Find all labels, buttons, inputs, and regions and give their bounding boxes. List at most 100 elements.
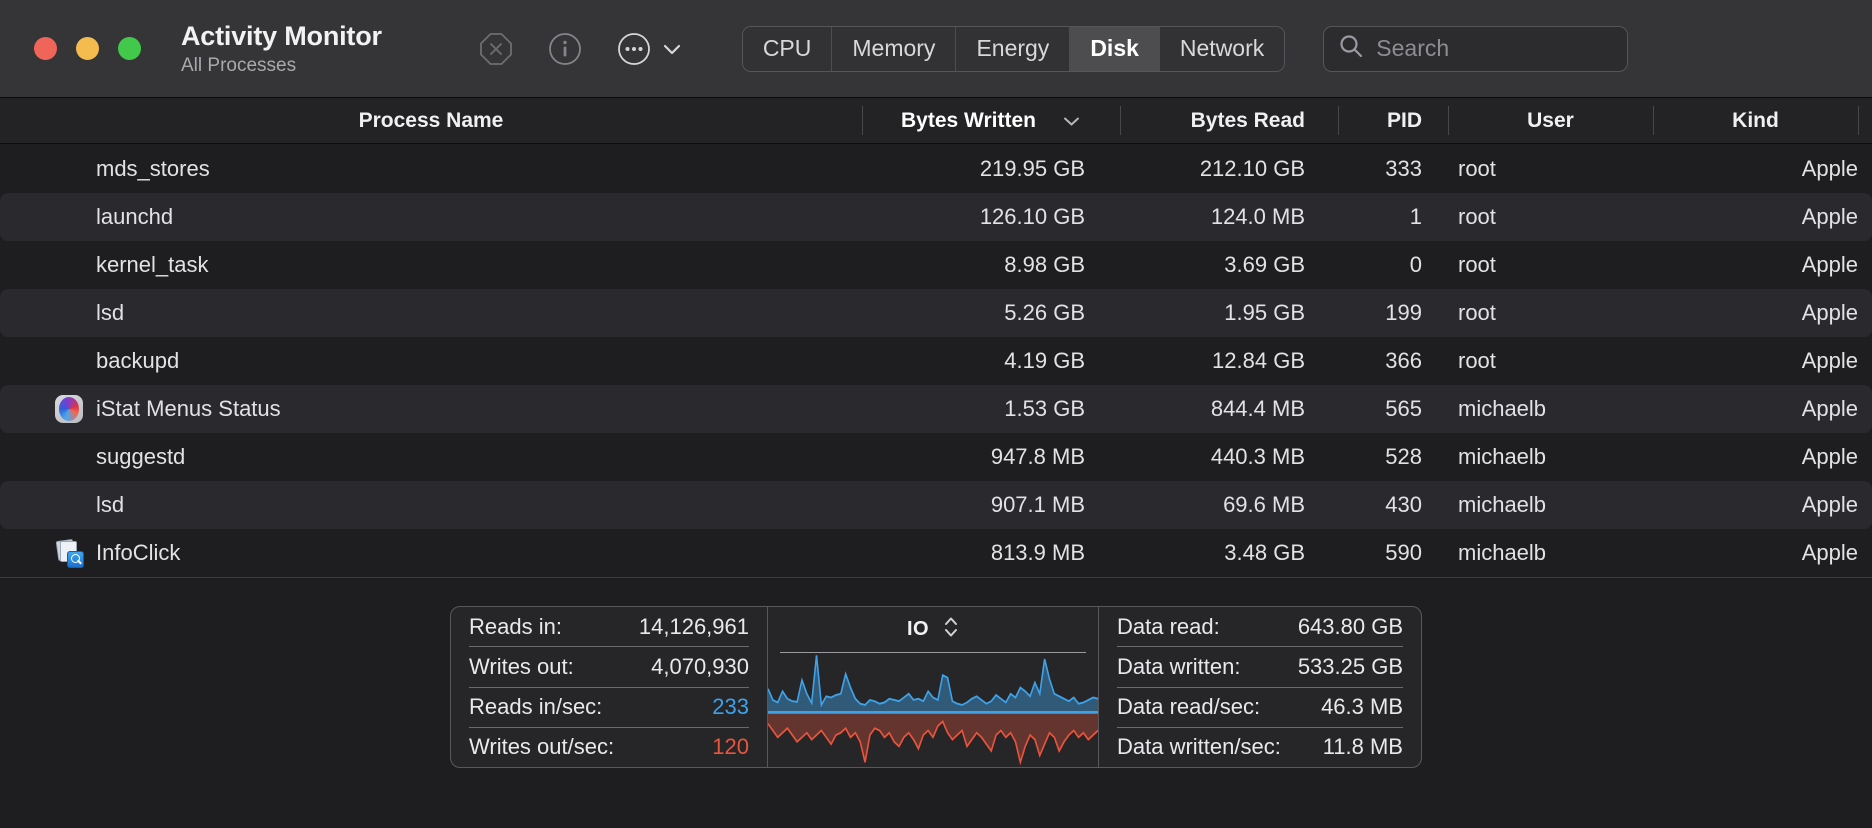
cell-process-name: iStat Menus Status [0, 395, 862, 423]
process-name-label: lsd [96, 300, 124, 326]
cell-kind: Apple [1653, 348, 1858, 374]
table-row[interactable]: kernel_task8.98 GB3.69 GB0rootApple [0, 241, 1872, 289]
table-row[interactable]: launchd126.10 GB124.0 MB1rootApple [0, 193, 1872, 241]
more-options-menu[interactable] [617, 32, 682, 66]
cell-bytes-written: 1.53 GB [862, 396, 1120, 422]
title-block: Activity Monitor All Processes [181, 21, 382, 77]
info-circle-icon[interactable] [548, 32, 582, 66]
process-name-label: backupd [96, 348, 179, 374]
process-icon-placeholder [55, 443, 83, 471]
cell-kind: Apple [1653, 540, 1858, 566]
column-header-kind[interactable]: Kind [1653, 98, 1858, 143]
cell-bytes-written: 8.98 GB [862, 252, 1120, 278]
cell-process-name: kernel_task [0, 251, 862, 279]
cell-pid: 333 [1338, 156, 1448, 182]
cell-bytes-read: 212.10 GB [1120, 156, 1338, 182]
cell-pid: 430 [1338, 492, 1448, 518]
cell-process-name: lsd [0, 491, 862, 519]
table-row[interactable]: InfoClick813.9 MB3.48 GB590michaelbApple [0, 529, 1872, 577]
cell-bytes-written: 907.1 MB [862, 492, 1120, 518]
column-header-bytes-read[interactable]: Bytes Read [1120, 98, 1338, 143]
activity-monitor-window: Activity Monitor All Processes [0, 0, 1872, 828]
search-icon [1338, 33, 1364, 64]
cell-process-name: mds_stores [0, 155, 862, 183]
cell-bytes-read: 69.6 MB [1120, 492, 1338, 518]
table-row[interactable]: lsd907.1 MB69.6 MB430michaelbApple [0, 481, 1872, 529]
process-icon-placeholder [55, 347, 83, 375]
stat-row: Data read: 643.80 GB [1117, 607, 1403, 647]
cell-process-name: InfoClick [0, 539, 862, 567]
process-name-label: launchd [96, 204, 173, 230]
cell-user: michaelb [1448, 540, 1653, 566]
tab-cpu[interactable]: CPU [743, 27, 833, 71]
column-header-bytes-written[interactable]: Bytes Written [862, 98, 1120, 143]
table-row[interactable]: iStat Menus Status1.53 GB844.4 MB565mich… [0, 385, 1872, 433]
stat-label: Reads in: [469, 614, 562, 640]
cell-bytes-written: 5.26 GB [862, 300, 1120, 326]
io-graph-chart [768, 653, 1098, 767]
tab-network[interactable]: Network [1160, 27, 1284, 71]
stat-value: 14,126,961 [639, 614, 749, 640]
cell-pid: 565 [1338, 396, 1448, 422]
column-label: Bytes Read [1191, 109, 1305, 133]
cell-user: michaelb [1448, 444, 1653, 470]
column-label: User [1527, 109, 1574, 133]
maximize-window-button[interactable] [118, 37, 141, 60]
close-window-button[interactable] [34, 37, 57, 60]
cell-process-name: suggestd [0, 443, 862, 471]
stat-label: Data written/sec: [1117, 734, 1281, 760]
tab-energy[interactable]: Energy [956, 27, 1070, 71]
stat-label: Writes out/sec: [469, 734, 614, 760]
stat-label: Data read/sec: [1117, 694, 1260, 720]
column-label: Bytes Written [901, 109, 1036, 133]
stat-row: Writes out/sec: 120 [469, 728, 749, 767]
cell-kind: Apple [1653, 396, 1858, 422]
search-field[interactable] [1323, 26, 1628, 72]
cell-kind: Apple [1653, 156, 1858, 182]
tab-disk[interactable]: Disk [1070, 27, 1160, 71]
cell-bytes-written: 4.19 GB [862, 348, 1120, 374]
chevron-up-down-icon[interactable] [943, 614, 959, 645]
table-row[interactable]: backupd4.19 GB12.84 GB366rootApple [0, 337, 1872, 385]
cell-bytes-read: 844.4 MB [1120, 396, 1338, 422]
stat-label: Writes out: [469, 654, 574, 680]
process-icon-placeholder [55, 491, 83, 519]
cell-kind: Apple [1653, 444, 1858, 470]
stats-container: Reads in: 14,126,961 Writes out: 4,070,9… [450, 606, 1422, 768]
process-name-label: InfoClick [96, 540, 180, 566]
ellipsis-circle-icon[interactable] [617, 32, 651, 66]
cell-bytes-read: 440.3 MB [1120, 444, 1338, 470]
cell-pid: 528 [1338, 444, 1448, 470]
stop-octagon-icon[interactable] [479, 32, 513, 66]
column-header-pid[interactable]: PID [1338, 98, 1448, 143]
stat-row: Data written/sec: 11.8 MB [1117, 728, 1403, 767]
stat-value: 11.8 MB [1323, 734, 1403, 760]
cell-kind: Apple [1653, 300, 1858, 326]
stat-value: 46.3 MB [1321, 694, 1403, 720]
table-column-headers: Process Name Bytes Written Bytes Read PI… [0, 98, 1872, 144]
cell-kind: Apple [1653, 492, 1858, 518]
column-header-process-name[interactable]: Process Name [0, 98, 862, 143]
column-header-spacer [1858, 98, 1872, 143]
cell-user: root [1448, 252, 1653, 278]
io-graph-header[interactable]: IO [780, 607, 1086, 653]
stat-label: Reads in/sec: [469, 694, 602, 720]
table-row[interactable]: suggestd947.8 MB440.3 MB528michaelbApple [0, 433, 1872, 481]
page-title: Activity Monitor [181, 21, 382, 52]
table-row[interactable]: lsd5.26 GB1.95 GB199rootApple [0, 289, 1872, 337]
stat-value: 4,070,930 [651, 654, 749, 680]
cell-bytes-written: 813.9 MB [862, 540, 1120, 566]
chevron-down-icon[interactable] [662, 42, 682, 56]
cell-user: michaelb [1448, 396, 1653, 422]
cell-bytes-written: 219.95 GB [862, 156, 1120, 182]
column-header-user[interactable]: User [1448, 98, 1653, 143]
cell-user: root [1448, 156, 1653, 182]
minimize-window-button[interactable] [76, 37, 99, 60]
tab-memory[interactable]: Memory [832, 27, 956, 71]
window-controls [34, 37, 141, 60]
table-row[interactable]: mds_stores219.95 GB212.10 GB333rootApple [0, 145, 1872, 193]
stats-panel-left: Reads in: 14,126,961 Writes out: 4,070,9… [451, 607, 767, 767]
stat-value: 120 [712, 734, 749, 760]
cell-process-name: launchd [0, 203, 862, 231]
search-input[interactable] [1376, 35, 1613, 62]
